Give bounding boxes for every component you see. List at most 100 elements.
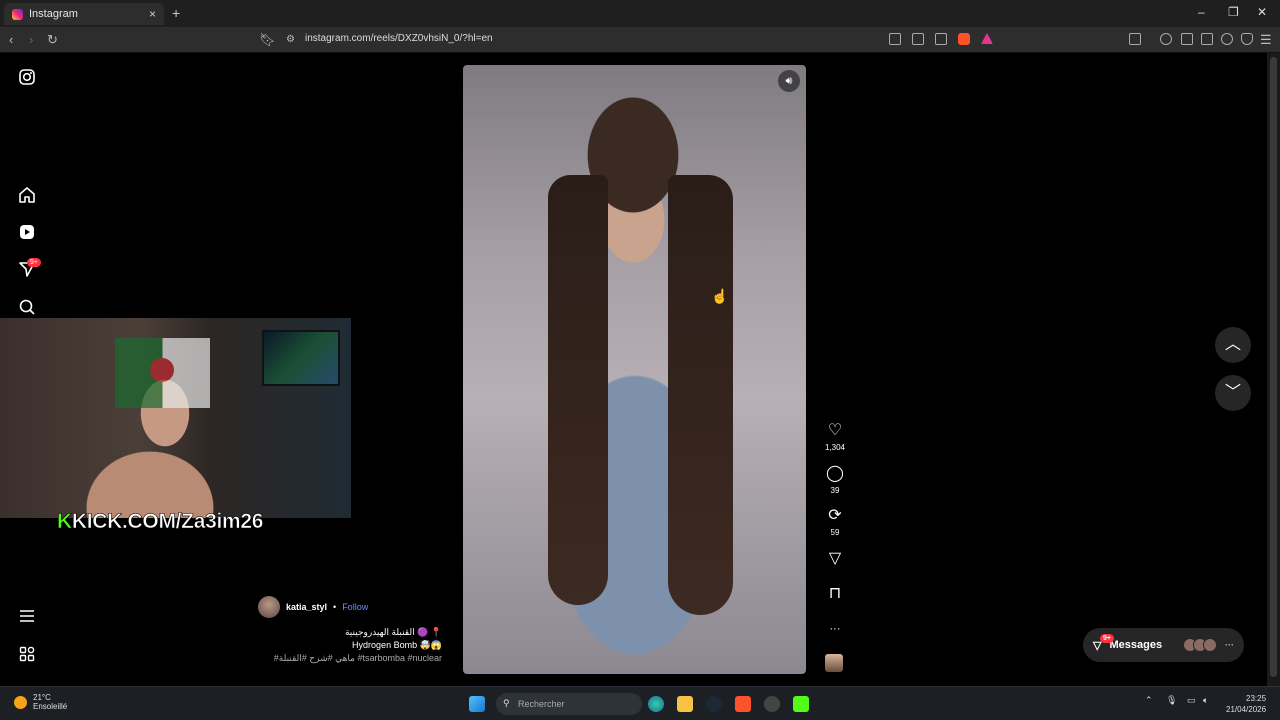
scrollbar-thumb[interactable] xyxy=(1270,57,1277,677)
kick-channel-watermark: KKICK.COM/Za3im26 xyxy=(57,510,264,534)
comment-button[interactable]: ◯ 39 xyxy=(815,465,855,495)
kick-app-icon[interactable] xyxy=(793,696,809,712)
video-content xyxy=(548,175,608,605)
brave-rewards-icon[interactable] xyxy=(981,33,993,44)
translate-icon[interactable] xyxy=(889,33,901,45)
volume-tray-icon[interactable]: 🔈︎ xyxy=(1203,695,1208,706)
weather-condition: Ensoleillé xyxy=(33,702,68,711)
video-content xyxy=(668,175,733,615)
comment-icon: ◯ xyxy=(826,465,844,482)
save-button[interactable]: ⊓ xyxy=(815,585,855,603)
more-menu-icon[interactable] xyxy=(18,607,36,625)
weather-widget[interactable]: 21°C Ensoleillé xyxy=(14,693,67,711)
more-options-button[interactable]: ··· xyxy=(815,620,855,638)
heart-icon: ♡ xyxy=(827,422,843,439)
tab-title: Instagram xyxy=(29,8,78,20)
tray-overflow-icon[interactable]: ⌃ xyxy=(1145,695,1153,706)
start-icon[interactable] xyxy=(469,696,485,712)
bookmark-icon[interactable]: 🔖︎ xyxy=(259,32,276,48)
more-dots-icon: ··· xyxy=(829,623,841,635)
also-from-meta-icon[interactable] xyxy=(18,645,36,663)
author-username[interactable]: katia_styl xyxy=(286,602,327,612)
search-icon: ⚲ xyxy=(503,698,510,708)
brave-shields-icon[interactable] xyxy=(958,33,970,45)
author-avatar[interactable] xyxy=(258,596,280,618)
site-settings-icon[interactable]: ⚙ xyxy=(286,34,295,45)
caption-line: Hydrogen Bomb 🤯😱 xyxy=(352,640,442,650)
tab-close-button[interactable]: × xyxy=(149,7,156,21)
author-row: katia_styl • Follow xyxy=(258,596,442,618)
home-icon[interactable] xyxy=(18,186,36,204)
file-explorer-icon[interactable] xyxy=(677,696,693,712)
caption-line: القنبلة الهيدروجينية 🟣 📍 xyxy=(344,627,442,637)
browser-toolbar: ‹ › ↻ 🔖︎ ⚙ instagram.com/reels/DXZ0vhsiN… xyxy=(0,27,1280,53)
repost-button[interactable]: ⟳ 59 xyxy=(815,507,855,537)
cast-icon[interactable] xyxy=(912,33,924,45)
browser-tab-bar: Instagram × + – ❐ ✕ xyxy=(0,0,1280,27)
chevron-down-icon: ﹀ xyxy=(1224,384,1241,401)
page-scrollbar[interactable] xyxy=(1267,53,1280,686)
messages-button[interactable]: ▽ 9+ Messages ··· xyxy=(1083,628,1244,662)
bookmark-save-icon: ⊓ xyxy=(828,585,842,602)
reels-icon[interactable] xyxy=(18,223,36,241)
next-reel-button[interactable]: ﹀ xyxy=(1215,375,1251,411)
obs-icon[interactable] xyxy=(764,696,780,712)
address-bar[interactable]: instagram.com/reels/DXZ0vhsiN_0/?hl=en xyxy=(305,33,493,44)
restore-button[interactable]: ❐ xyxy=(1228,5,1239,19)
audio-thumbnail[interactable] xyxy=(825,654,843,672)
like-button[interactable]: ♡ 1,304 xyxy=(815,422,855,452)
close-window-button[interactable]: ✕ xyxy=(1257,5,1267,19)
vpn-icon[interactable] xyxy=(1241,33,1253,45)
repost-icon: ⟳ xyxy=(828,507,842,524)
caption-hashtags[interactable]: #ماهي #شرح #القنبلة #tsarbomba #nuclear xyxy=(258,653,442,664)
forward-icon[interactable]: › xyxy=(29,32,33,47)
edge-icon[interactable] xyxy=(648,696,664,712)
repost-count: 59 xyxy=(830,528,840,537)
time: 23:25 xyxy=(1246,694,1267,703)
search-placeholder: Rechercher xyxy=(518,699,565,709)
webcam-overlay xyxy=(0,318,351,518)
menu-icon[interactable]: ☰ xyxy=(1260,32,1272,48)
temperature: 21°C xyxy=(33,693,51,702)
separator-dot: • xyxy=(333,602,337,612)
share-button[interactable]: ▽ xyxy=(815,550,855,568)
minimize-button[interactable]: – xyxy=(1198,5,1205,19)
clock[interactable]: 23:25 21/04/2026 xyxy=(1226,693,1266,715)
reader-icon[interactable] xyxy=(1181,33,1193,45)
reel-video[interactable] xyxy=(463,65,806,674)
like-count: 1,304 xyxy=(824,443,846,452)
sidebar-panel-icon[interactable] xyxy=(1129,33,1141,45)
brave-icon[interactable] xyxy=(735,696,751,712)
date: 21/04/2026 xyxy=(1226,705,1267,714)
share-icon[interactable] xyxy=(935,33,947,45)
messages-badge: 9+ xyxy=(1100,634,1114,643)
follow-button[interactable]: Follow xyxy=(342,602,368,612)
mouse-cursor-icon: ☝ xyxy=(711,288,729,304)
media-icon[interactable] xyxy=(1160,33,1172,45)
windows-taskbar: 21°C Ensoleillé ⚲ Rechercher ⌃ 🎙︎ ▭ 🔈︎ 2… xyxy=(0,686,1280,720)
browser-tab[interactable]: Instagram × xyxy=(4,3,164,25)
previous-reel-button[interactable]: ︿ xyxy=(1215,327,1251,363)
notification-badge: 9+ xyxy=(27,258,41,267)
volume-icon[interactable]: 🔊︎ xyxy=(778,70,800,92)
message-avatars xyxy=(1183,638,1217,652)
search-icon[interactable] xyxy=(18,298,36,316)
leo-ai-icon[interactable] xyxy=(1221,33,1233,45)
messages-label: Messages xyxy=(1109,639,1163,651)
reload-icon[interactable]: ↻ xyxy=(47,32,58,48)
new-tab-button[interactable]: + xyxy=(172,5,180,21)
reel-caption: katia_styl • Follow القنبلة الهيدروجينية… xyxy=(258,596,442,664)
network-icon[interactable]: ▭ xyxy=(1187,695,1196,706)
instagram-favicon-icon xyxy=(12,8,23,20)
chevron-up-icon: ︿ xyxy=(1224,336,1241,353)
taskbar-search[interactable]: ⚲ Rechercher xyxy=(496,693,642,715)
microphone-icon[interactable]: 🎙︎ xyxy=(1166,695,1177,706)
comment-count: 39 xyxy=(830,486,840,495)
messages-more-icon: ··· xyxy=(1225,640,1234,650)
steam-icon[interactable] xyxy=(706,696,722,712)
back-icon[interactable]: ‹ xyxy=(9,32,13,47)
wallet-icon[interactable] xyxy=(1201,33,1213,45)
background-tv xyxy=(262,330,340,386)
send-icon: ▽ xyxy=(828,550,842,567)
instagram-logo-icon[interactable] xyxy=(18,68,36,86)
